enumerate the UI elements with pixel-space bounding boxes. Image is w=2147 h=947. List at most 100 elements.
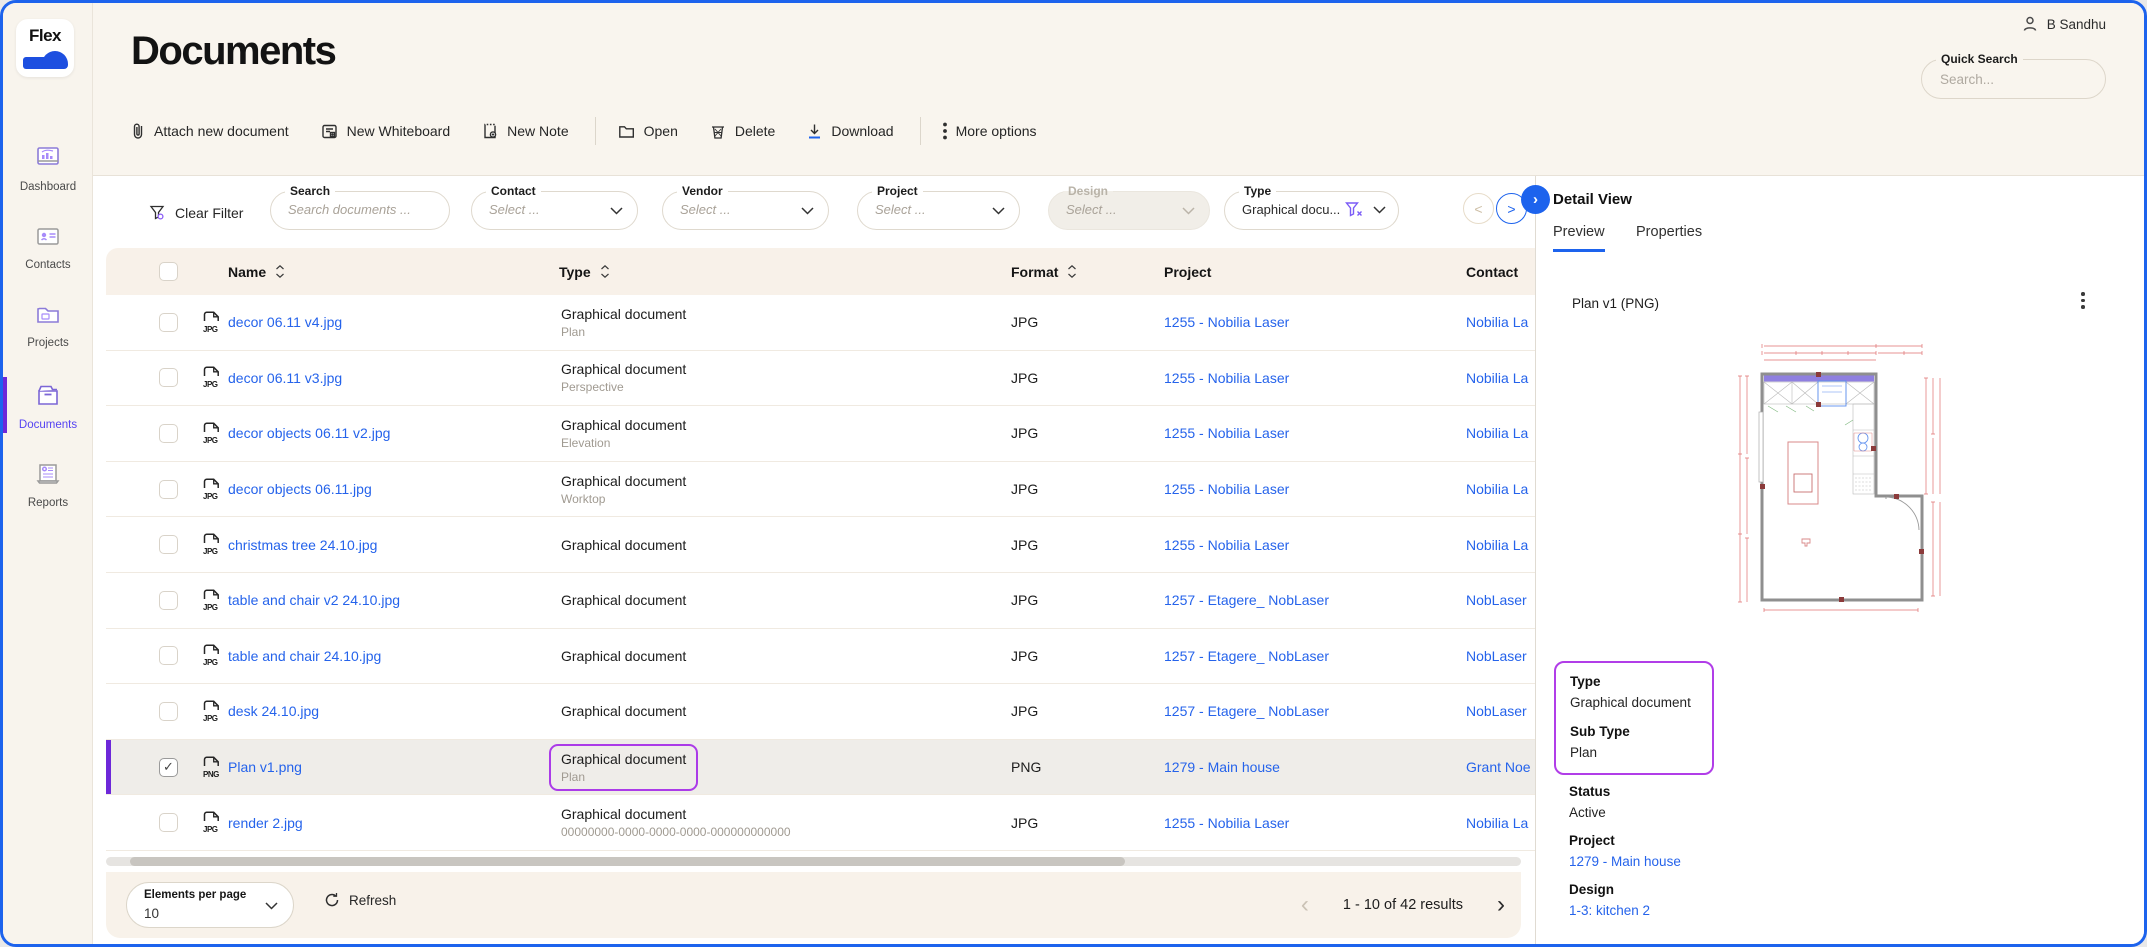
project-link[interactable]: 1255 - Nobilia Laser xyxy=(1164,815,1289,831)
contact-link[interactable]: Nobilia La xyxy=(1466,537,1528,553)
open-button[interactable]: Open xyxy=(618,123,678,139)
logo-mark xyxy=(16,49,74,73)
collapse-panel-button[interactable]: › xyxy=(1521,185,1550,214)
column-header-name[interactable]: Name xyxy=(228,248,286,295)
contact-link[interactable]: Nobilia La xyxy=(1466,425,1528,441)
row-checkbox[interactable] xyxy=(159,313,178,332)
contact-link[interactable]: Nobilia La xyxy=(1466,815,1528,831)
file-type-icon: JPG xyxy=(201,684,221,739)
filter-search[interactable]: Search Search documents ... xyxy=(270,191,450,230)
table-row[interactable]: JPG decor 06.11 v4.jpg Graphical documen… xyxy=(106,295,1535,351)
table-row[interactable]: JPG decor objects 06.11.jpg Graphical do… xyxy=(106,462,1535,518)
search-placeholder: Search documents ... xyxy=(288,202,411,217)
more-options-button[interactable]: More options xyxy=(943,122,1037,140)
project-link[interactable]: 1279 - Main house xyxy=(1164,759,1280,775)
table-row[interactable]: JPG table and chair v2 24.10.jpg Graphic… xyxy=(106,573,1535,629)
document-name-link[interactable]: desk 24.10.jpg xyxy=(228,703,319,719)
project-link[interactable]: 1255 - Nobilia Laser xyxy=(1164,370,1289,386)
contact-link[interactable]: Nobilia La xyxy=(1466,481,1528,497)
row-checkbox[interactable] xyxy=(159,535,178,554)
sidebar-item-projects[interactable]: Projects xyxy=(3,303,93,349)
table-row[interactable]: JPG render 2.jpg Graphical document 0000… xyxy=(106,795,1535,851)
scrollbar-thumb[interactable] xyxy=(130,857,1125,866)
row-checkbox[interactable] xyxy=(159,813,178,832)
sidebar-item-label: Contacts xyxy=(3,259,93,271)
document-name-link[interactable]: decor 06.11 v3.jpg xyxy=(228,370,342,386)
table-row[interactable]: JPG desk 24.10.jpg Graphical document JP… xyxy=(106,684,1535,740)
tab-properties[interactable]: Properties xyxy=(1636,224,1702,249)
sort-icon[interactable] xyxy=(599,264,611,279)
contact-link[interactable]: Nobilia La xyxy=(1466,370,1528,386)
contact-link[interactable]: Grant Noe xyxy=(1466,759,1531,775)
project-link[interactable]: 1255 - Nobilia Laser xyxy=(1164,314,1289,330)
filter-project[interactable]: Project Select ... xyxy=(857,191,1020,230)
row-checkbox[interactable] xyxy=(159,591,178,610)
project-link[interactable]: 1279 - Main house xyxy=(1569,854,1681,869)
project-link[interactable]: 1257 - Etagere_ NobLaser xyxy=(1164,648,1329,664)
sidebar-item-reports[interactable]: Reports xyxy=(3,461,93,509)
sort-icon[interactable] xyxy=(274,264,286,279)
contact-link[interactable]: NobLaser xyxy=(1466,648,1527,664)
project-link[interactable]: 1257 - Etagere_ NobLaser xyxy=(1164,592,1329,608)
filter-contact[interactable]: Contact Select ... xyxy=(471,191,638,230)
document-name-link[interactable]: decor objects 06.11 v2.jpg xyxy=(228,425,390,441)
row-checkbox[interactable] xyxy=(159,424,178,443)
new-whiteboard-button[interactable]: New Whiteboard xyxy=(321,123,451,140)
project-link[interactable]: 1255 - Nobilia Laser xyxy=(1164,537,1289,553)
document-name-link[interactable]: decor 06.11 v4.jpg xyxy=(228,314,342,330)
clear-type-filter-icon[interactable] xyxy=(1345,201,1363,218)
sort-icon[interactable] xyxy=(1066,264,1078,279)
document-name-link[interactable]: decor objects 06.11.jpg xyxy=(228,481,372,497)
contact-link[interactable]: NobLaser xyxy=(1466,592,1527,608)
row-checkbox[interactable] xyxy=(159,368,178,387)
project-link[interactable]: 1255 - Nobilia Laser xyxy=(1164,425,1289,441)
new-note-button[interactable]: New Note xyxy=(482,122,568,140)
document-name-link[interactable]: render 2.jpg xyxy=(228,815,303,831)
column-header-type[interactable]: Type xyxy=(559,248,611,295)
contact-link[interactable]: NobLaser xyxy=(1466,703,1527,719)
user-menu[interactable]: B Sandhu xyxy=(2021,15,2106,33)
clear-filter-button[interactable]: Clear Filter xyxy=(149,204,243,221)
detail-view-title: Detail View xyxy=(1553,191,1632,208)
filters-scroll-left-button[interactable]: < xyxy=(1463,193,1494,224)
horizontal-scrollbar[interactable] xyxy=(106,857,1521,866)
row-checkbox[interactable]: ✓ xyxy=(159,758,178,777)
note-icon xyxy=(482,122,498,140)
row-checkbox[interactable] xyxy=(159,646,178,665)
sidebar-item-dashboard[interactable]: Dashboard xyxy=(3,145,93,193)
row-checkbox[interactable] xyxy=(159,480,178,499)
table-row[interactable]: JPG table and chair 24.10.jpg Graphical … xyxy=(106,629,1535,685)
elements-per-page-select[interactable]: Elements per page 10 xyxy=(126,882,294,928)
flex-logo[interactable]: Flex xyxy=(16,19,74,77)
contact-link[interactable]: Nobilia La xyxy=(1466,314,1528,330)
attach-document-button[interactable]: Attach new document xyxy=(131,122,289,140)
preview-file-title: Plan v1 (PNG) xyxy=(1572,296,1659,311)
table-row[interactable]: JPG decor objects 06.11 v2.jpg Graphical… xyxy=(106,406,1535,462)
row-checkbox[interactable] xyxy=(159,702,178,721)
floor-plan-preview[interactable] xyxy=(1726,334,1952,626)
project-link[interactable]: 1255 - Nobilia Laser xyxy=(1164,481,1289,497)
table-row[interactable]: ✓ PNG Plan v1.png Graphical document Pla… xyxy=(106,740,1535,796)
delete-button[interactable]: Delete xyxy=(710,123,775,140)
sidebar-item-contacts[interactable]: Contacts xyxy=(3,225,93,271)
document-name-link[interactable]: table and chair v2 24.10.jpg xyxy=(228,592,400,608)
preview-menu-button[interactable] xyxy=(2074,292,2092,309)
project-link[interactable]: 1257 - Etagere_ NobLaser xyxy=(1164,703,1329,719)
table-row[interactable]: JPG christmas tree 24.10.jpg Graphical d… xyxy=(106,517,1535,573)
select-all-checkbox[interactable] xyxy=(159,262,178,281)
design-link[interactable]: 1-3: kitchen 2 xyxy=(1569,903,1681,918)
document-name-link[interactable]: Plan v1.png xyxy=(228,759,302,775)
page-next-button[interactable]: › xyxy=(1497,891,1505,919)
sidebar-item-documents[interactable]: Documents xyxy=(3,383,93,431)
download-button[interactable]: Download xyxy=(807,123,893,140)
table-row[interactable]: JPG decor 06.11 v3.jpg Graphical documen… xyxy=(106,351,1535,407)
document-name-link[interactable]: christmas tree 24.10.jpg xyxy=(228,537,377,553)
refresh-button[interactable]: Refresh xyxy=(324,892,396,908)
page-previous-button[interactable]: ‹ xyxy=(1301,891,1309,919)
filter-type[interactable]: Type Graphical docu... xyxy=(1224,191,1399,230)
document-name-link[interactable]: table and chair 24.10.jpg xyxy=(228,648,381,664)
filter-vendor[interactable]: Vendor Select ... xyxy=(662,191,829,230)
pagination: ‹ 1 - 10 of 42 results › xyxy=(1301,872,1505,938)
column-header-format[interactable]: Format xyxy=(1011,248,1078,295)
tab-preview[interactable]: Preview xyxy=(1553,224,1605,252)
